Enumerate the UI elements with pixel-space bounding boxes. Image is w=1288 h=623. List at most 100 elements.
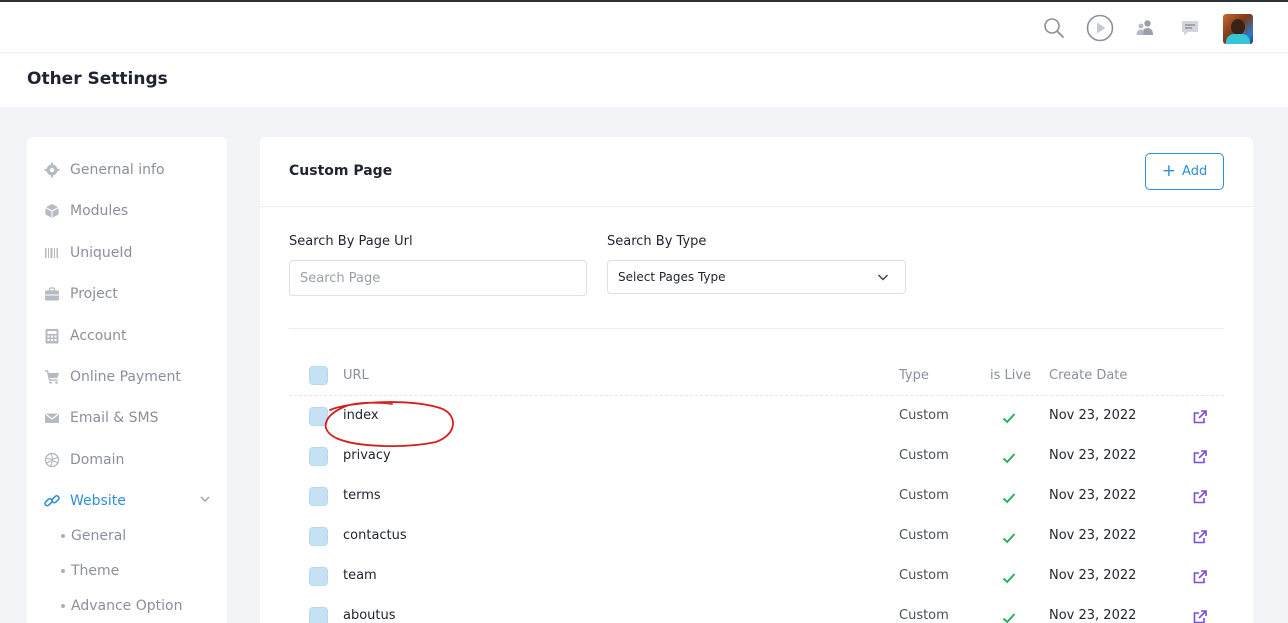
sidebar-subitem-advance-option[interactable]: Advance Option <box>61 596 182 616</box>
row-type: Custom <box>899 488 949 503</box>
add-button[interactable]: + Add <box>1145 153 1224 190</box>
link-icon <box>43 492 61 510</box>
search-page-placeholder: Search Page <box>300 270 381 286</box>
column-header-url[interactable]: URL <box>343 368 369 383</box>
search-type-label: Search By Type <box>607 234 707 249</box>
briefcase-icon <box>43 285 61 303</box>
check-icon <box>1002 569 1016 588</box>
row-url[interactable]: index <box>343 408 379 423</box>
sidebar-item-label: Project <box>70 286 118 302</box>
check-icon <box>1002 409 1016 428</box>
check-icon <box>1002 489 1016 508</box>
sidebar-item-label: Genernal info <box>70 162 165 178</box>
plus-icon: + <box>1161 161 1177 181</box>
sidebar-item-label: Modules <box>70 203 129 219</box>
page-title: Other Settings <box>27 69 168 89</box>
external-link-icon[interactable] <box>1193 409 1207 428</box>
sidebar-item-label: Email & SMS <box>70 410 159 426</box>
row-type: Custom <box>899 448 949 463</box>
bullet-dot <box>61 604 65 608</box>
avatar[interactable] <box>1223 14 1253 44</box>
sidebar-item-label: Account <box>70 328 127 344</box>
row-date: Nov 23, 2022 <box>1049 608 1137 623</box>
page-type-select[interactable]: Select Pages Type <box>607 260 906 294</box>
divider <box>260 206 1253 207</box>
play-icon[interactable] <box>1086 14 1114 42</box>
sidebar-item-email-sms[interactable]: Email & SMS <box>43 407 159 429</box>
row-url[interactable]: contactus <box>343 528 407 543</box>
row-type: Custom <box>899 528 949 543</box>
sidebar-subitem-label: Advance Option <box>71 598 183 614</box>
row-checkbox[interactable] <box>309 567 328 586</box>
row-type: Custom <box>899 608 949 623</box>
page-type-select-value: Select Pages Type <box>618 270 726 284</box>
sidebar-subitem-label: General <box>71 528 127 544</box>
sidebar-item-label: Domain <box>70 452 125 468</box>
external-link-icon[interactable] <box>1193 569 1207 588</box>
calculator-icon <box>43 327 61 345</box>
row-checkbox[interactable] <box>309 527 328 546</box>
custom-page-card: Custom Page + Add Search By Page Url Sea… <box>260 137 1253 623</box>
sidebar-subitem-theme[interactable]: Theme <box>61 561 119 581</box>
row-date: Nov 23, 2022 <box>1049 408 1137 423</box>
sidebar-item-domain[interactable]: Domain <box>43 449 124 471</box>
gear-icon <box>43 161 61 179</box>
row-checkbox[interactable] <box>309 407 328 426</box>
chat-icon[interactable] <box>1176 14 1204 42</box>
search-page-input[interactable]: Search Page <box>289 260 587 296</box>
sidebar-subitem-label: Theme <box>71 563 120 579</box>
row-checkbox[interactable] <box>309 607 328 623</box>
row-url[interactable]: terms <box>343 488 381 503</box>
globe-icon <box>43 451 61 469</box>
bullet-dot <box>61 569 65 573</box>
row-type: Custom <box>899 408 949 423</box>
sidebar-item-project[interactable]: Project <box>43 283 118 305</box>
divider <box>289 328 1224 329</box>
select-all-checkbox[interactable] <box>309 366 328 385</box>
column-header-create-date[interactable]: Create Date <box>1049 368 1127 383</box>
sidebar-item-online-payment[interactable]: Online Payment <box>43 366 181 388</box>
avatar-face <box>1231 19 1245 35</box>
add-button-label: Add <box>1182 164 1208 179</box>
row-checkbox[interactable] <box>309 447 328 466</box>
column-header-type[interactable]: Type <box>899 368 929 383</box>
sidebar-item-website[interactable]: Website <box>43 490 219 512</box>
external-link-icon[interactable] <box>1193 449 1207 468</box>
row-date: Nov 23, 2022 <box>1049 528 1137 543</box>
chevron-down-icon <box>877 271 889 286</box>
sidebar-item-label: UniqueId <box>70 245 133 261</box>
row-checkbox[interactable] <box>309 487 328 506</box>
cart-icon <box>43 368 61 386</box>
row-url[interactable]: aboutus <box>343 608 396 623</box>
cube-icon <box>43 202 61 220</box>
external-link-icon[interactable] <box>1193 489 1207 508</box>
users-icon[interactable] <box>1131 14 1159 42</box>
table-header-divider <box>289 395 1224 396</box>
sidebar-item-general-info[interactable]: Genernal info <box>43 159 165 181</box>
external-link-icon[interactable] <box>1193 529 1207 548</box>
sidebar-item-label: Online Payment <box>70 369 181 385</box>
top-bar <box>0 0 1288 53</box>
row-date: Nov 23, 2022 <box>1049 448 1137 463</box>
search-icon[interactable] <box>1040 14 1068 42</box>
check-icon <box>1002 609 1016 623</box>
check-icon <box>1002 449 1016 468</box>
sidebar-item-modules[interactable]: Modules <box>43 200 128 222</box>
row-type: Custom <box>899 568 949 583</box>
card-title: Custom Page <box>289 163 393 179</box>
check-icon <box>1002 529 1016 548</box>
external-link-icon[interactable] <box>1193 609 1207 623</box>
sidebar-item-account[interactable]: Account <box>43 325 127 347</box>
avatar-shirt <box>1226 34 1250 44</box>
column-header-is-live[interactable]: is Live <box>990 368 1031 383</box>
row-date: Nov 23, 2022 <box>1049 568 1137 583</box>
search-url-label: Search By Page Url <box>289 234 413 249</box>
settings-sidebar: Genernal info Modules UniqueId Project A… <box>27 137 227 623</box>
chevron-down-icon[interactable] <box>199 493 211 509</box>
sidebar-subitem-general[interactable]: General <box>61 526 126 546</box>
bullet-dot <box>61 534 65 538</box>
row-url[interactable]: privacy <box>343 448 391 463</box>
sidebar-item-uniqueid[interactable]: UniqueId <box>43 242 132 264</box>
row-url[interactable]: team <box>343 568 377 583</box>
page-header: Other Settings <box>0 53 1288 107</box>
